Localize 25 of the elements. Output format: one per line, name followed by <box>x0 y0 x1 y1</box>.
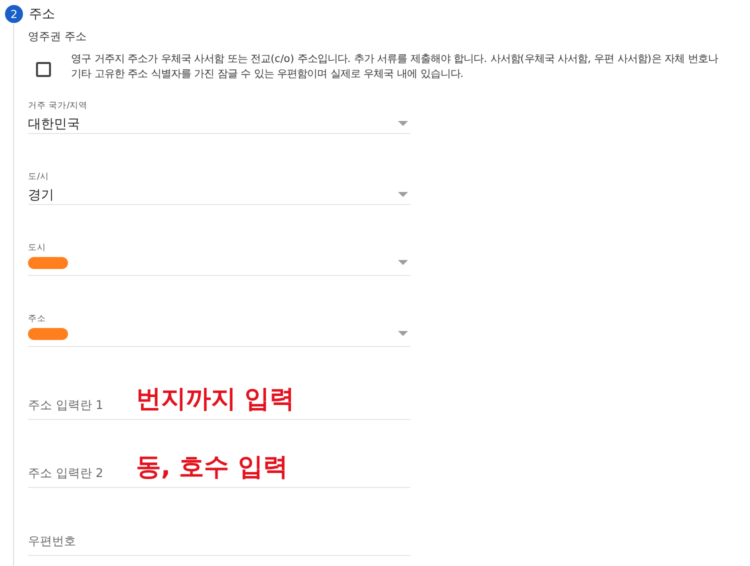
dropdown-caret-icon <box>398 192 408 198</box>
dropdown-caret-icon <box>398 260 408 266</box>
input-field[interactable]: 주소 입력란 2 동, 호수 입력 <box>28 457 410 488</box>
field-label: 도/시 <box>28 171 50 183</box>
dropdown-field[interactable]: 도/시 경기 <box>28 171 410 205</box>
checkbox-label: 영구 거주지 주소가 우체국 사서함 또는 전교(c/o) 주소입니다. 추가 서류를 제출해야 합니다. 사서함(우체국 사서함, 우편 사서함)은 자체 번호나 기타 고유한 주소 식별자를 가진 잠글 수 있는 우편함이며 실제로 우체국 내에 있습니다. <box>71 52 720 82</box>
dropdown-caret-icon <box>398 121 408 127</box>
dropdown-field[interactable]: 주소 <box>28 313 410 347</box>
section-title: 주소 <box>29 6 55 23</box>
input-field[interactable]: 주소 입력란 1 번지까지 입력 <box>28 389 410 420</box>
field-value: 대한민국 <box>28 116 80 133</box>
field-label: 도시 <box>28 242 47 254</box>
field-value: 경기 <box>28 187 54 204</box>
checkbox[interactable] <box>36 62 51 77</box>
field-label: 주소 <box>28 313 47 325</box>
dropdown-caret-icon <box>398 331 408 337</box>
dropdown-field[interactable]: 도시 <box>28 242 410 276</box>
field-placeholder: 주소 입력란 1 <box>28 397 104 414</box>
dropdown-field[interactable]: 거주 국가/지역 대한민국 <box>28 100 410 134</box>
field-placeholder: 주소 입력란 2 <box>28 465 104 482</box>
subsection-label: 영주권 주소 <box>28 29 88 44</box>
input-field[interactable]: 우편번호 <box>28 525 410 556</box>
step-number: 2 <box>5 5 23 23</box>
field-label: 거주 국가/지역 <box>28 100 89 112</box>
field-placeholder: 우편번호 <box>28 533 76 550</box>
